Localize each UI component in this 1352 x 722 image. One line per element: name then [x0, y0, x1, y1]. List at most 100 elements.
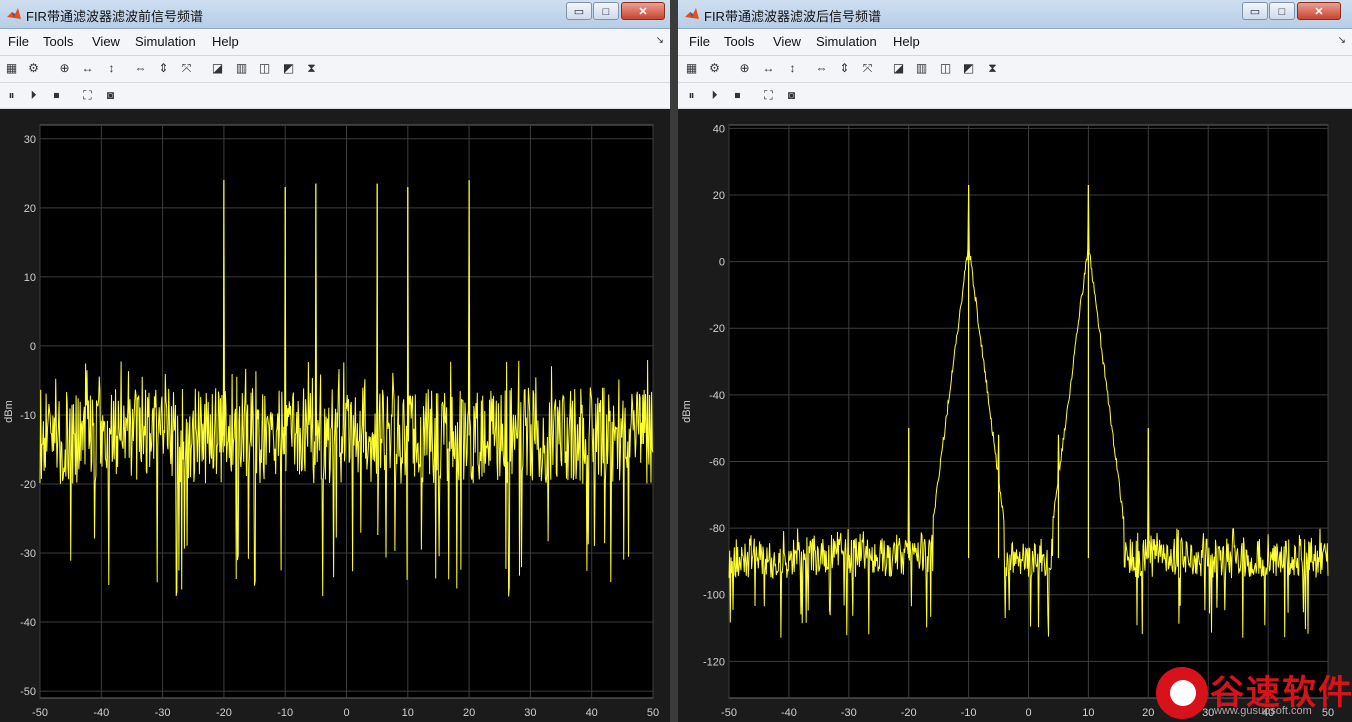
zoom-in-icon[interactable]: ⊕	[56, 60, 73, 77]
menu-file[interactable]: File	[689, 34, 710, 49]
spectrum-axes-area: -50 -40 -30 -20 -10 0 10 20 30 40 50 -50 -40 -30 -20 -1…	[0, 109, 670, 722]
scale-y-icon[interactable]: ⇕	[836, 60, 853, 77]
matlab-logo-icon	[685, 8, 699, 19]
title-bar[interactable]: FIR带通滤波器滤波后信号频谱 ▭ □ ✕	[678, 0, 1352, 29]
x-tick-label: 0	[343, 707, 349, 719]
triggers-icon[interactable]: ◪	[890, 60, 907, 77]
new-scope-icon[interactable]: ▦	[3, 60, 20, 77]
settings-gear-icon[interactable]: ⚙	[25, 60, 42, 77]
stop-icon[interactable]: ⏹	[729, 87, 746, 104]
maximize-button[interactable]: □	[593, 2, 619, 20]
x-tick-label: -50	[721, 707, 737, 719]
spectrum-plot-before[interactable]: -50 -40 -30 -20 -10 0 10 20 30 40 50 -50 -40 -30 -20 -1…	[0, 109, 670, 722]
y-tick-label: -10	[20, 410, 36, 422]
x-tick-label: 20	[463, 707, 475, 719]
pause-icon[interactable]: ⏸	[683, 87, 700, 104]
cursor-measure-icon[interactable]: ◫	[937, 60, 954, 77]
menu-help[interactable]: Help	[893, 34, 920, 49]
x-tick-label: -40	[781, 707, 797, 719]
peak-finder-icon[interactable]: ▥	[233, 60, 250, 77]
y-tick-label: 0	[719, 257, 725, 269]
zoom-y-icon[interactable]: ↕	[784, 60, 801, 77]
toolbar-simulation: ⏸ ⏵ ⏹ ⛶ ◙	[0, 83, 670, 109]
snapshot-camera-icon[interactable]: ◙	[102, 87, 119, 104]
toolbar-simulation: ⏸ ⏵ ⏹ ⛶ ◙	[678, 83, 1352, 109]
y-tick-label: -120	[703, 656, 725, 668]
menu-view[interactable]: View	[773, 34, 801, 49]
watermark: 谷速软件 www.gusuosoft.com	[1150, 663, 1352, 722]
spectrum-plot-after[interactable]: -50 -40 -30 -20 -10 0 10 20 30 40 50-120-100-80-60…	[678, 109, 1352, 722]
x-tick-label: 10	[1082, 707, 1094, 719]
peak-finder-icon[interactable]: ▥	[913, 60, 930, 77]
triggers-icon[interactable]: ◪	[209, 60, 226, 77]
spectrum-axes-area: -50 -40 -30 -20 -10 0 10 20 30 40 50 -120 -100 -80 -60…	[678, 109, 1352, 722]
menu-tools[interactable]: Tools	[43, 34, 73, 49]
new-scope-icon[interactable]: ▦	[683, 60, 700, 77]
autoscale-icon[interactable]: ⤧	[859, 60, 876, 77]
menu-view[interactable]: View	[92, 34, 120, 49]
y-tick-label: -50	[20, 686, 36, 698]
y-tick-label: -20	[20, 479, 36, 491]
y-tick-label: -40	[20, 617, 36, 629]
menu-bar: File Tools View Simulation Help ↘	[0, 29, 670, 56]
y-tick-label: 20	[24, 203, 36, 215]
y-tick-label: -20	[709, 323, 725, 335]
highlight-block-icon[interactable]: ⛶	[760, 87, 777, 104]
y-axis-label: dBm	[681, 400, 693, 423]
y-tick-label: -40	[709, 390, 725, 402]
x-tick-label: -20	[216, 707, 232, 719]
highlight-block-icon[interactable]: ⛶	[79, 87, 96, 104]
zoom-x-icon[interactable]: ↔	[760, 60, 777, 77]
distortion-icon[interactable]: ◩	[960, 60, 977, 77]
y-tick-label: 30	[24, 134, 36, 146]
autoscale-icon[interactable]: ⤧	[178, 60, 195, 77]
y-tick-label: -30	[20, 548, 36, 560]
scale-x-icon[interactable]: ⇔	[813, 60, 830, 77]
zoom-y-icon[interactable]: ↕	[103, 60, 120, 77]
step-forward-icon[interactable]: ⏵	[706, 87, 723, 104]
scale-y-icon[interactable]: ⇕	[155, 60, 172, 77]
dock-arrow-icon[interactable]: ↘	[1338, 35, 1346, 46]
matlab-logo-icon	[7, 8, 21, 19]
ccdf-icon[interactable]: ⧗	[303, 60, 320, 77]
settings-gear-icon[interactable]: ⚙	[706, 60, 723, 77]
title-bar[interactable]: FIR带通滤波器滤波前信号频谱 ▭ □ ✕	[0, 0, 670, 29]
toolbar-main: ▦ ⚙ ⊕ ↔ ↕ ⇔ ⇕ ⤧ ◪ ▥ ◫ ◩ ⧗	[678, 56, 1352, 83]
step-forward-icon[interactable]: ⏵	[25, 87, 42, 104]
menu-simulation[interactable]: Simulation	[135, 34, 196, 49]
cursor-measure-icon[interactable]: ◫	[256, 60, 273, 77]
snapshot-camera-icon[interactable]: ◙	[783, 87, 800, 104]
dock-arrow-icon[interactable]: ↘	[656, 35, 664, 46]
zoom-x-icon[interactable]: ↔	[79, 60, 96, 77]
window-title: FIR带通滤波器滤波前信号频谱	[26, 9, 203, 24]
menu-tools[interactable]: Tools	[724, 34, 754, 49]
close-button[interactable]: ✕	[621, 2, 665, 20]
window-title: FIR带通滤波器滤波后信号频谱	[704, 9, 881, 24]
y-tick-label: -60	[709, 456, 725, 468]
menu-help[interactable]: Help	[212, 34, 239, 49]
pause-icon[interactable]: ⏸	[3, 87, 20, 104]
watermark-url: www.gusuosoft.com	[1214, 705, 1312, 717]
y-axis-label: dBm	[3, 400, 15, 423]
scale-x-icon[interactable]: ⇔	[132, 60, 149, 77]
menu-simulation[interactable]: Simulation	[816, 34, 877, 49]
y-tick-label: 0	[30, 341, 36, 353]
x-tick-label: 40	[586, 707, 598, 719]
stop-icon[interactable]: ⏹	[48, 87, 65, 104]
y-tick-label: -100	[703, 590, 725, 602]
distortion-icon[interactable]: ◩	[280, 60, 297, 77]
scope-window-before-filter: FIR带通滤波器滤波前信号频谱 ▭ □ ✕ File Tools View Si…	[0, 0, 670, 722]
x-tick-label: -20	[901, 707, 917, 719]
menu-file[interactable]: File	[8, 34, 29, 49]
maximize-button[interactable]: □	[1269, 2, 1295, 20]
x-tick-label: 30	[524, 707, 536, 719]
y-tick-label: -80	[709, 523, 725, 535]
close-button[interactable]: ✕	[1297, 2, 1341, 20]
minimize-button[interactable]: ▭	[1242, 2, 1268, 20]
y-tick-label: 20	[713, 190, 725, 202]
toolbar-main: ▦ ⚙ ⊕ ↔ ↕ ⇔ ⇕ ⤧ ◪ ▥ ◫ ◩ ⧗	[0, 56, 670, 83]
minimize-button[interactable]: ▭	[566, 2, 592, 20]
zoom-in-icon[interactable]: ⊕	[736, 60, 753, 77]
ccdf-icon[interactable]: ⧗	[984, 60, 1001, 77]
x-tick-label: -30	[841, 707, 857, 719]
